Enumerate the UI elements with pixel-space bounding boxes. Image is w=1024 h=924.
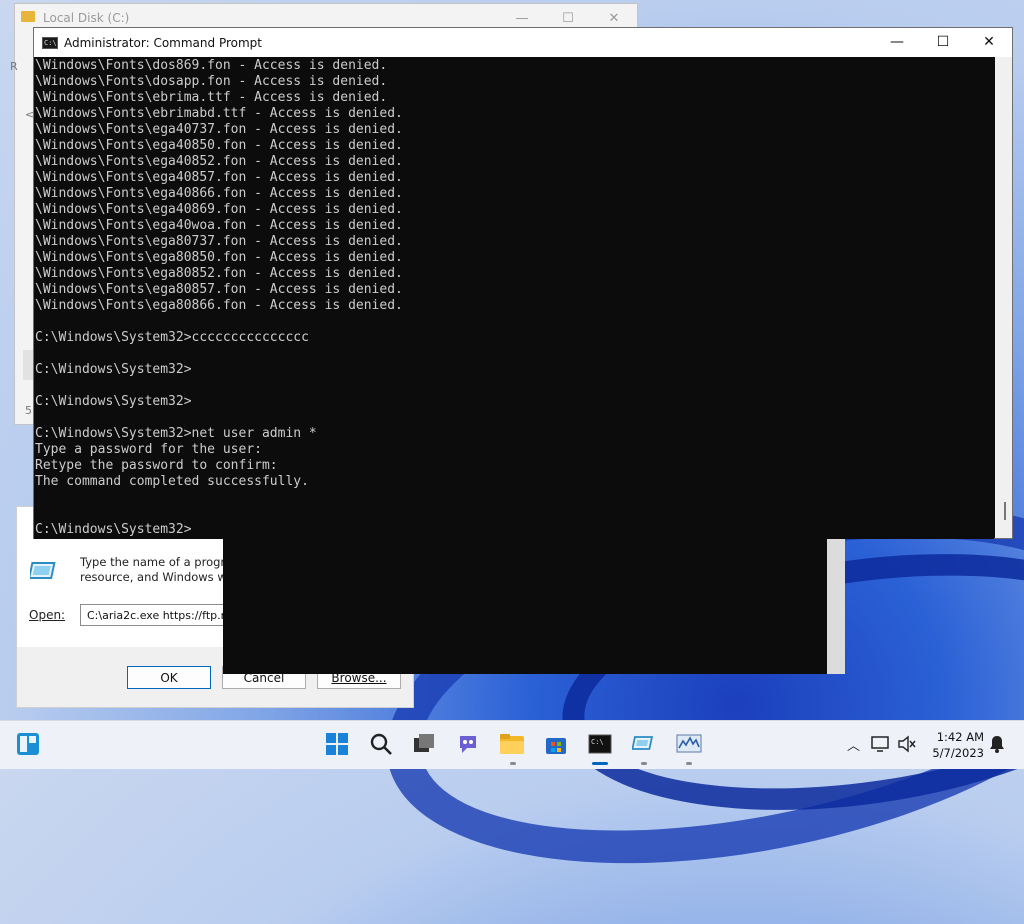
console-line: C:\Windows\System32> [35, 394, 192, 409]
console-line: C:\Windows\System32> [35, 362, 192, 377]
terminal-icon[interactable]: C:\ [587, 731, 613, 757]
console-line: \Windows\Fonts\ega40866.fon - Access is … [35, 186, 403, 201]
console-line: \Windows\Fonts\ega80850.fon - Access is … [35, 250, 403, 265]
network-icon[interactable] [870, 733, 892, 755]
console-scrollbar[interactable] [995, 57, 1012, 538]
console-line: Retype the password to confirm: [35, 458, 278, 473]
open-label: Open: [29, 608, 66, 622]
console-line: \Windows\Fonts\ega40852.fon - Access is … [35, 154, 403, 169]
console-scroll-thumb[interactable] [1004, 502, 1006, 520]
console-line: C:\Windows\System32> [35, 522, 192, 537]
clock[interactable]: 1:42 AM 5/7/2023 [928, 729, 984, 761]
explorer-title: Local Disk (C:) [43, 11, 130, 25]
volume-muted-icon[interactable] [896, 733, 918, 755]
run-icon[interactable] [631, 731, 657, 757]
console-line: \Windows\Fonts\ega80737.fon - Access is … [35, 234, 403, 249]
task-view-icon[interactable] [411, 731, 437, 757]
console-line: \Windows\Fonts\ega40woa.fon - Access is … [35, 218, 403, 233]
console-line: \Windows\Fonts\ega40850.fon - Access is … [35, 138, 403, 153]
console-line: C:\Windows\System32>ccccccccccccccc [35, 330, 309, 345]
store-icon[interactable] [543, 731, 569, 757]
close-button[interactable]: ✕ [966, 28, 1012, 57]
folder-icon [21, 11, 35, 22]
taskbar: C:\ ︿ 1:42 AM 5/7/2023 [0, 720, 1024, 769]
close-button[interactable]: ✕ [591, 11, 637, 26]
console-line: \Windows\Fonts\ega40857.fon - Access is … [35, 170, 403, 185]
command-prompt-window[interactable]: C:\ Administrator: Command Prompt — ☐ ✕ … [33, 27, 1013, 539]
cmd-titlebar[interactable]: C:\ Administrator: Command Prompt — ☐ ✕ [34, 28, 1012, 57]
svg-text:C:\: C:\ [591, 738, 604, 746]
explorer-side-letter: R [10, 60, 18, 73]
notification-icon[interactable] [986, 733, 1008, 755]
start-icon[interactable] [324, 731, 350, 757]
console-overlay [223, 535, 845, 674]
running-indicator [686, 762, 692, 765]
console-output[interactable]: \Windows\Fonts\dos869.fon - Access is de… [34, 57, 994, 539]
search-icon[interactable] [368, 731, 394, 757]
active-indicator [592, 762, 608, 765]
overlay-edge [827, 535, 845, 674]
maximize-button[interactable]: ☐ [920, 28, 966, 57]
minimize-button[interactable]: — [499, 11, 545, 26]
console-line: \Windows\Fonts\ega80852.fon - Access is … [35, 266, 403, 281]
console-line: \Windows\Fonts\ega40869.fon - Access is … [35, 202, 403, 217]
clock-date: 5/7/2023 [932, 746, 984, 760]
run-icon [30, 562, 56, 579]
console-line: \Windows\Fonts\ebrima.ttf - Access is de… [35, 90, 388, 105]
console-line: \Windows\Fonts\ega80857.fon - Access is … [35, 282, 403, 297]
console-line: \Windows\Fonts\ebrimabd.ttf - Access is … [35, 106, 403, 121]
console-line: \Windows\Fonts\ega80866.fon - Access is … [35, 298, 403, 313]
console-line: Type a password for the user: [35, 442, 262, 457]
maximize-button[interactable]: ☐ [545, 11, 591, 26]
console-line: \Windows\Fonts\ega40737.fon - Access is … [35, 122, 403, 137]
console-line: \Windows\Fonts\dosapp.fon - Access is de… [35, 74, 388, 89]
file-explorer-icon[interactable] [499, 731, 525, 757]
explorer-side-letter: 5 [25, 404, 32, 417]
widgets-icon[interactable] [15, 731, 41, 757]
clock-time: 1:42 AM [936, 730, 984, 744]
running-indicator [641, 762, 647, 765]
running-indicator [510, 762, 516, 765]
console-line: C:\Windows\System32>net user admin * [35, 426, 317, 441]
cmd-title: Administrator: Command Prompt [64, 35, 262, 50]
resource-monitor-icon[interactable] [676, 731, 702, 757]
chevron-up-icon[interactable]: ︿ [847, 735, 860, 754]
console-line: The command completed successfully. [35, 474, 309, 489]
cmd-icon: C:\ [42, 36, 58, 49]
minimize-button[interactable]: — [874, 28, 920, 57]
chat-icon[interactable] [455, 731, 481, 757]
ok-button[interactable]: OK [127, 666, 211, 689]
console-line: \Windows\Fonts\dos869.fon - Access is de… [35, 58, 388, 73]
